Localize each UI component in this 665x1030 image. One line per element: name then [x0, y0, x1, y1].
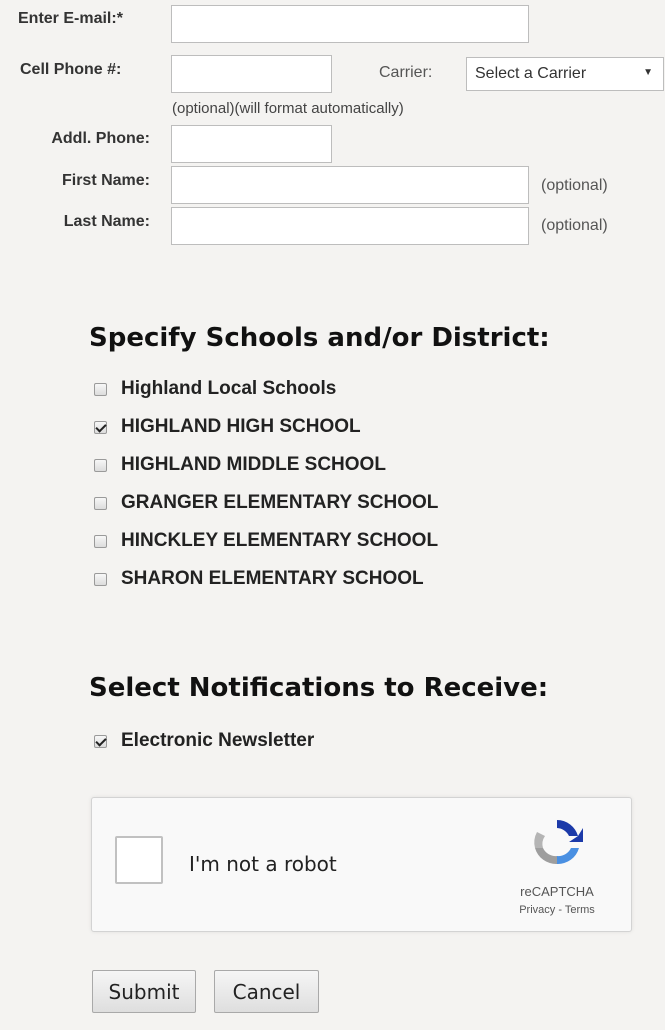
first-name-label: First Name: [61, 172, 150, 189]
notifications-heading: Select Notifications to Receive: [89, 673, 549, 703]
chevron-down-icon: ▼ [643, 67, 653, 78]
school-checkbox[interactable] [94, 496, 107, 510]
recaptcha-links: Privacy - Terms [507, 904, 607, 916]
school-checkbox[interactable] [94, 420, 107, 434]
schools-list: Highland Local Schools HIGHLAND HIGH SCH… [94, 370, 438, 598]
notifications-list: Electronic Newsletter [94, 722, 314, 760]
last-name-label: Last Name: [63, 213, 150, 230]
recaptcha-checkbox[interactable] [115, 836, 163, 884]
schools-heading: Specify Schools and/or District: [89, 323, 550, 353]
addl-phone-label: Addl. Phone: [51, 130, 150, 147]
school-checkbox[interactable] [94, 534, 107, 548]
school-item[interactable]: HIGHLAND MIDDLE SCHOOL [94, 446, 438, 484]
cell-phone-label: Cell Phone #: [20, 61, 122, 78]
school-checkbox[interactable] [94, 572, 107, 586]
cancel-button[interactable]: Cancel [214, 970, 319, 1013]
school-item[interactable]: SHARON ELEMENTARY SCHOOL [94, 560, 438, 598]
school-label: HINCKLEY ELEMENTARY SCHOOL [121, 530, 439, 551]
submit-button[interactable]: Submit [92, 970, 196, 1013]
school-label: SHARON ELEMENTARY SCHOOL [121, 568, 424, 589]
email-label: Enter E-mail:* [18, 10, 123, 27]
first-name-optional: (optional) [541, 177, 608, 194]
carrier-label: Carrier: [379, 64, 433, 81]
last-name-optional: (optional) [541, 217, 608, 234]
school-label: HIGHLAND MIDDLE SCHOOL [121, 454, 386, 475]
carrier-select-value: Select a Carrier [475, 65, 587, 82]
school-item[interactable]: HIGHLAND HIGH SCHOOL [94, 408, 438, 446]
school-item[interactable]: Highland Local Schools [94, 370, 438, 408]
recaptcha-logo-icon [529, 814, 585, 875]
addl-phone-field[interactable] [171, 125, 332, 163]
email-field[interactable] [171, 5, 529, 43]
school-label: GRANGER ELEMENTARY SCHOOL [121, 492, 439, 513]
school-item[interactable]: GRANGER ELEMENTARY SCHOOL [94, 484, 438, 522]
recaptcha-widget: I'm not a robot reCAPTCHA Privacy - Term… [91, 797, 632, 932]
notification-checkbox[interactable] [94, 734, 107, 748]
notification-label: Electronic Newsletter [121, 730, 315, 751]
recaptcha-brand: reCAPTCHA [520, 884, 594, 899]
last-name-field[interactable] [171, 207, 529, 245]
school-label: HIGHLAND HIGH SCHOOL [121, 416, 361, 437]
recaptcha-text: I'm not a robot [189, 852, 337, 876]
school-label: Highland Local Schools [121, 378, 337, 399]
terms-link[interactable]: Terms [565, 904, 595, 916]
cell-phone-field[interactable] [171, 55, 332, 93]
notification-item[interactable]: Electronic Newsletter [94, 722, 314, 760]
cell-phone-hint: (optional)(will format automatically) [172, 100, 404, 117]
school-item[interactable]: HINCKLEY ELEMENTARY SCHOOL [94, 522, 438, 560]
first-name-field[interactable] [171, 166, 529, 204]
school-checkbox[interactable] [94, 382, 107, 396]
link-separator: - [555, 904, 565, 916]
carrier-select[interactable]: Select a Carrier ▼ [466, 57, 664, 91]
school-checkbox[interactable] [94, 458, 107, 472]
privacy-link[interactable]: Privacy [519, 904, 555, 916]
